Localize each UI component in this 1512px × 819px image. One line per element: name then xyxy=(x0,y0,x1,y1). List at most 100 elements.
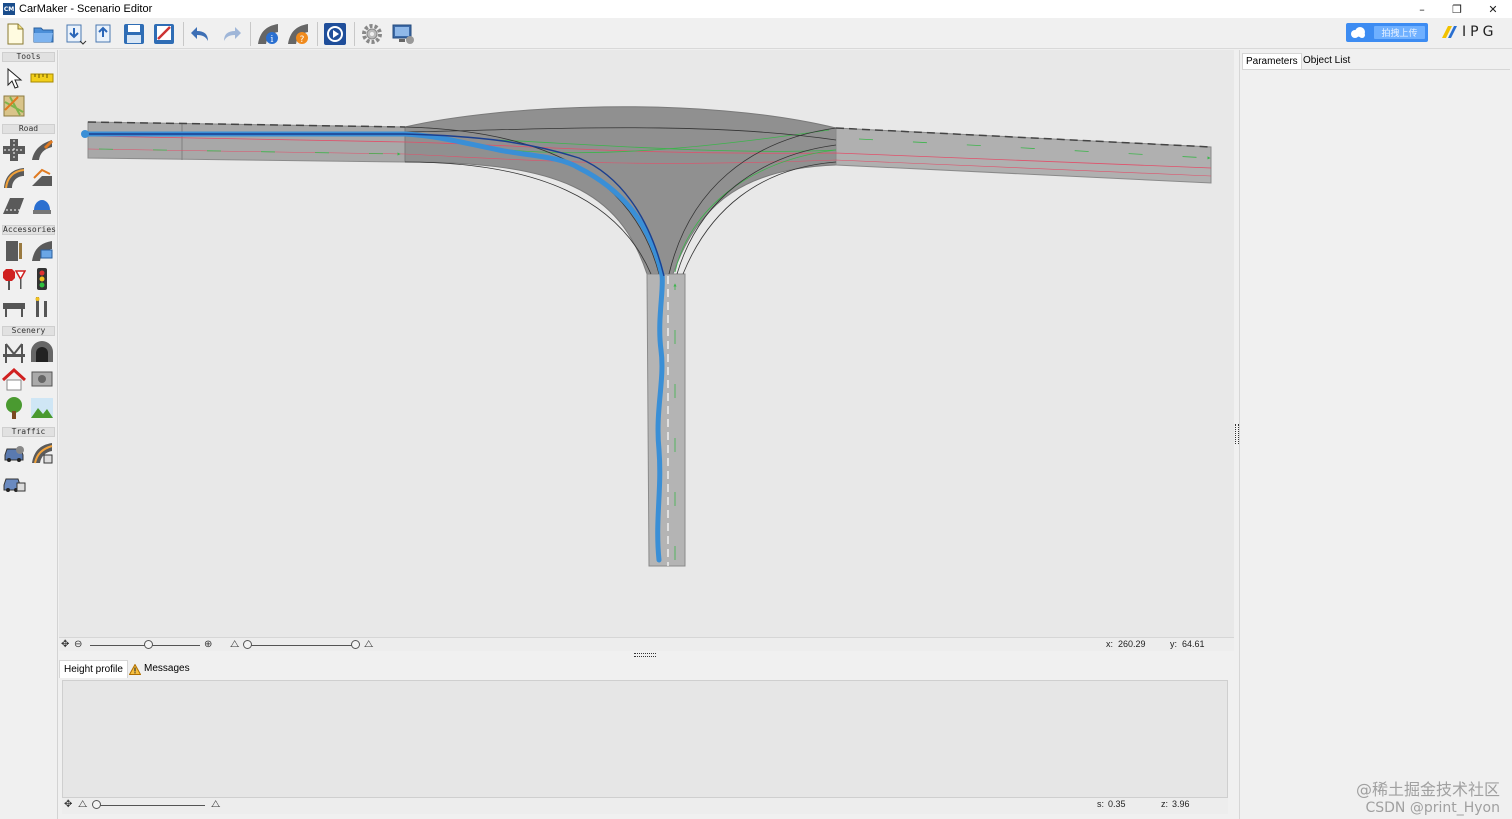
road-side-tool[interactable] xyxy=(1,238,27,264)
tilt-slider-knob-right[interactable] xyxy=(351,640,360,649)
upload-button[interactable]: 拍拽上传 xyxy=(1346,23,1428,42)
z-label: z: xyxy=(1161,799,1169,809)
tilt-slider-knob-left[interactable] xyxy=(243,640,252,649)
tab-parameters[interactable]: Parameters xyxy=(1242,53,1302,69)
profile-pan-icon[interactable]: ✥ xyxy=(64,799,72,811)
save-button[interactable] xyxy=(121,21,147,47)
guardrail-icon xyxy=(32,241,53,261)
tilt-low-icon[interactable]: ⧍ xyxy=(230,639,239,651)
x-coord-label: x: xyxy=(1106,639,1114,649)
new-file-button[interactable] xyxy=(2,21,28,47)
cloud-icon xyxy=(1351,26,1365,38)
road-warning-icon: ? xyxy=(288,24,308,45)
barrier-tool[interactable] xyxy=(1,294,27,320)
vehicle-tool[interactable] xyxy=(1,440,27,466)
road-bend-tool[interactable] xyxy=(1,165,27,191)
tab-messages[interactable]: Messages xyxy=(125,660,194,678)
toolbar-separator xyxy=(250,22,251,46)
traffic-sign-tool[interactable] xyxy=(1,266,27,292)
barrier-icon xyxy=(3,303,25,317)
road-bend-icon xyxy=(4,168,25,189)
traffic-object-tool[interactable] xyxy=(1,470,27,496)
open-button[interactable] xyxy=(31,21,57,47)
close-button[interactable]: ✕ xyxy=(1475,0,1511,18)
driven-route[interactable] xyxy=(81,131,665,563)
measure-tool[interactable] xyxy=(29,65,55,91)
terrain-tool[interactable] xyxy=(29,395,55,421)
zoom-slider-knob[interactable] xyxy=(144,640,153,649)
tunnel-tool[interactable] xyxy=(29,339,55,365)
export-button[interactable] xyxy=(91,21,117,47)
road-marker-icon xyxy=(33,200,51,214)
road-curve-tool[interactable] xyxy=(29,137,55,163)
road-slope-icon xyxy=(32,168,52,186)
road-network xyxy=(81,106,1212,567)
profile-scale-low-icon[interactable]: ⧍ xyxy=(78,799,87,811)
billboard-tool[interactable] xyxy=(29,367,55,393)
junction-icon xyxy=(3,139,25,161)
display-button[interactable] xyxy=(390,21,416,47)
building-tool[interactable] xyxy=(1,367,27,393)
minimize-button[interactable]: – xyxy=(1404,0,1440,18)
road-warning-button[interactable]: ? xyxy=(285,21,311,47)
properties-panel: Parameters Object List xyxy=(1239,50,1512,819)
section-traffic: Traffic xyxy=(2,427,55,437)
toolbar-separator xyxy=(317,22,318,46)
svg-text:i: i xyxy=(271,35,274,45)
road-marker-tool[interactable] xyxy=(29,193,55,219)
restore-button[interactable]: ❐ xyxy=(1439,0,1475,18)
bridge-tool[interactable] xyxy=(1,339,27,365)
traffic-car-icon xyxy=(3,478,26,492)
road-info-button[interactable]: i xyxy=(255,21,281,47)
horizontal-splitter[interactable] xyxy=(634,653,656,657)
tab-object-list[interactable]: Object List xyxy=(1300,53,1353,69)
traffic-light-tool[interactable] xyxy=(29,266,55,292)
map-tool[interactable] xyxy=(1,93,27,119)
upload-label: 拍拽上传 xyxy=(1374,26,1425,39)
select-tool[interactable] xyxy=(1,65,27,91)
save-as-button[interactable] xyxy=(151,21,177,47)
bridge-icon xyxy=(3,343,25,363)
profile-slider-knob[interactable] xyxy=(92,800,101,809)
profile-slider-track[interactable] xyxy=(93,805,205,806)
zoom-in-icon[interactable]: ⊕ xyxy=(204,639,212,651)
tree-tool[interactable] xyxy=(1,395,27,421)
height-profile-plot[interactable] xyxy=(62,680,1228,798)
canvas-status-bar: ✥ ⊖ ⊕ ⧍ ⧍ x: 260.29 y: 64.61 xyxy=(59,637,1234,651)
road-west[interactable] xyxy=(87,121,406,163)
redo-button[interactable] xyxy=(218,21,244,47)
z-value: 3.96 xyxy=(1172,799,1190,809)
settings-button[interactable] xyxy=(359,21,385,47)
road-south[interactable] xyxy=(646,273,686,567)
tab-height-profile[interactable]: Height profile xyxy=(59,660,128,678)
ipg-logo: IPG xyxy=(1440,24,1497,40)
junction-tool[interactable] xyxy=(1,137,27,163)
tilt-high-icon[interactable]: ⧍ xyxy=(364,639,373,651)
new-file-icon xyxy=(7,23,24,45)
zoom-out-icon[interactable]: ⊖ xyxy=(74,639,82,651)
road-slope-tool[interactable] xyxy=(29,165,55,191)
pan-icon[interactable]: ✥ xyxy=(61,639,69,651)
watermark-line-2: CSDN @print_Hyon xyxy=(1365,800,1500,816)
tunnel-icon xyxy=(31,341,53,362)
scenario-canvas[interactable] xyxy=(59,50,1234,637)
route-tool[interactable] xyxy=(29,440,55,466)
road-lane-tool[interactable] xyxy=(1,193,27,219)
warning-icon xyxy=(129,663,141,675)
import-button[interactable] xyxy=(62,21,88,47)
gear-icon xyxy=(362,24,382,44)
road-curve-icon xyxy=(32,139,54,160)
section-tools: Tools xyxy=(2,52,55,62)
route-start-point[interactable] xyxy=(81,130,89,138)
profile-scale-high-icon[interactable]: ⧍ xyxy=(211,799,220,811)
road-lane-icon xyxy=(3,198,24,214)
play-button[interactable] xyxy=(322,21,348,47)
pole-tool[interactable] xyxy=(29,294,55,320)
toolbar: i ? xyxy=(0,18,1512,49)
guardrail-tool[interactable] xyxy=(29,238,55,264)
billboard-icon xyxy=(31,371,53,387)
undo-button[interactable] xyxy=(188,21,214,47)
road-side-icon xyxy=(6,241,22,261)
pole-icon xyxy=(35,297,47,317)
tilt-slider-track[interactable] xyxy=(245,645,355,646)
